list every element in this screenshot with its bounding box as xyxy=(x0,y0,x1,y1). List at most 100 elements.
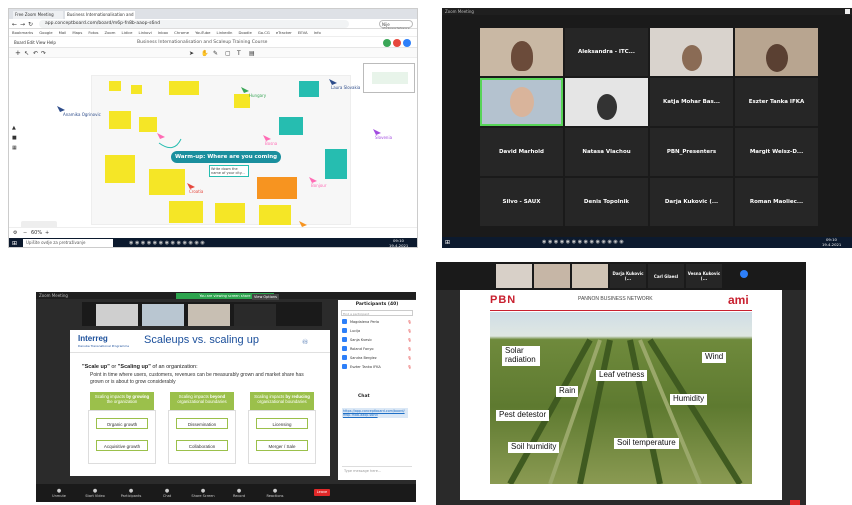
select-tool-icon[interactable]: ➤ xyxy=(189,50,194,57)
bookmark-item[interactable]: Fotos xyxy=(88,30,98,35)
bookmark-item[interactable]: EEVA xyxy=(298,30,308,35)
bookmark-item[interactable]: eTracker xyxy=(276,30,292,35)
address-bar[interactable]: app.conceptboard.com/board/m6p-fn8b-aaop… xyxy=(39,20,349,28)
participant-tile[interactable]: Darja Kukovic (... xyxy=(610,264,646,288)
toolbar-button[interactable]: ● Unmute xyxy=(44,488,74,498)
participant-tile[interactable]: Natasa Vlachou xyxy=(565,128,648,176)
redo-icon[interactable]: ↷ xyxy=(41,50,46,57)
bookmark-item[interactable]: Maps xyxy=(72,30,82,35)
board-menu[interactable]: Board Edit View Help xyxy=(14,40,56,45)
avatar[interactable] xyxy=(403,39,411,47)
shape-tool-icon[interactable]: ▢ xyxy=(225,50,231,57)
participant-tile[interactable]: Eszter Tanka IFKA xyxy=(735,78,818,126)
bookmark-item[interactable]: Bookmarks xyxy=(12,30,33,35)
avatar[interactable] xyxy=(393,39,401,47)
bookmark-item[interactable]: Go.CG xyxy=(258,30,270,35)
bookmark-item[interactable]: YouTube xyxy=(195,30,210,35)
participant-tile[interactable]: David Marhold xyxy=(480,128,563,176)
taskbar-search[interactable]: Upišite ovdje za pretraživanje xyxy=(23,239,113,247)
windows-start-icon[interactable]: ⊞ xyxy=(445,239,450,246)
avatar[interactable] xyxy=(383,39,391,47)
taskbar-apps[interactable]: ◉ ◉ ◉ ◉ ◉ ◉ ◉ ◉ ◉ ◉ ◉ ◉ ◉ ◉ xyxy=(542,239,624,245)
bookmark-item[interactable]: Linkovi xyxy=(139,30,152,35)
video-tile-active-speaker[interactable] xyxy=(480,78,563,126)
participant-row[interactable]: Sanja Kvesic 🎙 xyxy=(338,335,416,344)
video-tile[interactable] xyxy=(565,78,648,126)
participant-row[interactable]: Eszter Tanka IFKA 🎙 xyxy=(338,362,416,371)
video-thumbnail[interactable] xyxy=(534,264,570,288)
participant-search[interactable]: Find a participant xyxy=(341,310,413,316)
toolbar-button[interactable]: ● Record xyxy=(224,488,254,498)
reload-icon[interactable]: ↻ xyxy=(28,21,33,28)
bookmark-item[interactable]: Lidice xyxy=(121,30,132,35)
toolbar-button[interactable]: ● Chat xyxy=(152,488,182,498)
grid-icon[interactable]: ▦ xyxy=(12,145,17,151)
sticky-tool-icon[interactable]: ▤ xyxy=(249,50,255,57)
leave-button[interactable] xyxy=(790,500,800,505)
bookmark-item[interactable]: Info xyxy=(314,30,321,35)
video-thumbnail[interactable] xyxy=(188,304,230,326)
text-tool-icon[interactable]: T xyxy=(237,50,241,57)
participant-row[interactable]: Sandra Berglez 🎙 xyxy=(338,353,416,362)
video-thumbnail[interactable] xyxy=(572,264,608,288)
forward-arrow-icon[interactable]: → xyxy=(20,21,25,28)
hand-tool-icon[interactable]: ✋ xyxy=(201,50,208,57)
bookmark-item[interactable]: Chrome xyxy=(174,30,189,35)
participant-tile[interactable]: Silvo - SAUX xyxy=(480,178,563,226)
bookmark-item[interactable]: Doodle xyxy=(238,30,251,35)
board-footer: ⚙ − 60% + xyxy=(9,227,417,237)
video-tile[interactable] xyxy=(650,28,733,76)
settings-icon[interactable]: ⚙ xyxy=(13,230,17,236)
zoom-in-icon[interactable]: + xyxy=(45,230,49,236)
zoom-mini-window[interactable] xyxy=(363,63,415,93)
taskbar-apps[interactable]: ◉ ◉ ◉ ◉ ◉ ◉ ◉ ◉ ◉ ◉ ◉ ◉ ◉ xyxy=(129,240,205,246)
zoom-level: 60% xyxy=(31,230,43,236)
toolbar-button[interactable]: ● Start Video xyxy=(80,488,110,498)
participant-tile[interactable]: Denis Topolnik xyxy=(565,178,648,226)
security-shield-icon[interactable] xyxy=(740,270,748,278)
browser-profile-button[interactable]: Nije sinkronizirano xyxy=(379,20,413,32)
participant-tile[interactable]: PBN_Presenters xyxy=(650,128,733,176)
participant-row[interactable]: Magdalena Perla 🎙 xyxy=(338,317,416,326)
participant-tile[interactable]: Darja Kukovic (... xyxy=(650,178,733,226)
toolbar-button[interactable]: ● Reactions xyxy=(260,488,290,498)
tab-conceptboard[interactable]: Business Internationalisation and S... xyxy=(65,11,135,19)
video-thumbnail[interactable] xyxy=(96,304,138,326)
chat-input[interactable]: Type message here... xyxy=(342,466,412,476)
pointer-icon[interactable]: ↖ xyxy=(24,50,29,57)
view-options-button[interactable]: View Options xyxy=(252,294,279,300)
participant-row[interactable]: Lucija 🎙 xyxy=(338,326,416,335)
undo-icon[interactable]: ↶ xyxy=(33,50,38,57)
participant-tile[interactable]: Katja Mohar Bas... xyxy=(650,78,733,126)
tab-zoom[interactable]: Free Zoom Meeting xyxy=(13,11,63,19)
participant-tile[interactable]: Aleksandra - ITC... xyxy=(565,28,648,76)
bookmark-item[interactable]: LinkedIn xyxy=(217,30,233,35)
participant-tile[interactable]: Roman Maoliec... xyxy=(735,178,818,226)
video-tile[interactable] xyxy=(735,28,818,76)
zoom-out-icon[interactable]: − xyxy=(23,230,27,236)
video-thumbnail[interactable] xyxy=(234,304,276,326)
add-icon[interactable]: + xyxy=(15,49,21,57)
board-canvas[interactable]: Warm-up: Where are you coming from? Writ… xyxy=(9,59,417,237)
participant-row[interactable]: Roland Fonyo 🎙 xyxy=(338,344,416,353)
participant-tile[interactable]: Vesna Kukovic (... xyxy=(686,264,722,288)
bookmark-item[interactable]: Mail xyxy=(59,30,67,35)
close-icon[interactable] xyxy=(845,9,850,14)
back-arrow-icon[interactable]: ← xyxy=(12,21,17,28)
present-icon[interactable]: ▲ xyxy=(12,125,16,131)
video-thumbnail[interactable] xyxy=(496,264,532,288)
video-thumbnail[interactable] xyxy=(142,304,184,326)
bookmark-item[interactable]: Google xyxy=(39,30,52,35)
bookmark-item[interactable]: Zoom xyxy=(105,30,116,35)
layers-icon[interactable]: ■ xyxy=(12,135,17,141)
video-tile[interactable] xyxy=(480,28,563,76)
pen-tool-icon[interactable]: ✎ xyxy=(213,50,218,57)
chat-link[interactable]: https://app.conceptboard.com/board/m6p-f… xyxy=(342,408,408,418)
toolbar-button[interactable]: ● Share Screen xyxy=(188,488,218,498)
bookmark-item[interactable]: Inbox xyxy=(158,30,168,35)
participant-tile[interactable]: Margit Weisz-D... xyxy=(735,128,818,176)
leave-button[interactable]: Leave xyxy=(314,489,330,496)
toolbar-button[interactable]: ● Participants xyxy=(116,488,146,498)
participant-tile[interactable]: Carl Glaesl xyxy=(648,264,684,288)
windows-start-icon[interactable]: ⊞ xyxy=(12,240,17,247)
